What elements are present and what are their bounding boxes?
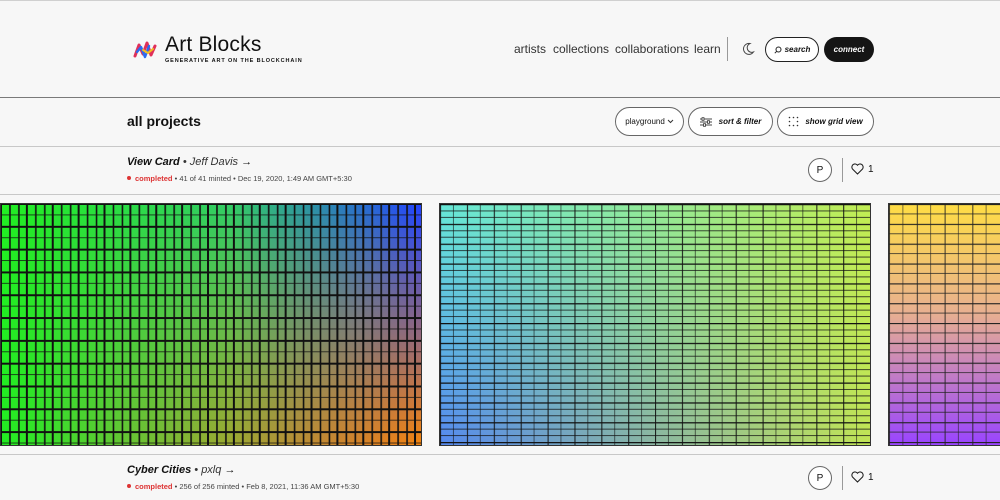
arrow-right-icon[interactable]: → xyxy=(241,156,252,168)
artwork-preview-2[interactable] xyxy=(439,203,871,446)
playground-dropdown[interactable]: playground xyxy=(615,107,684,136)
artwork-preview-1[interactable] xyxy=(0,203,422,446)
action-divider xyxy=(842,158,843,182)
search-icon xyxy=(774,46,782,54)
artwork-image-1 xyxy=(1,204,421,445)
artwork-preview-3[interactable] xyxy=(888,203,1000,446)
sliders-icon xyxy=(699,116,712,127)
heart-icon xyxy=(851,163,864,175)
like-button[interactable]: 1 xyxy=(851,471,874,483)
brand-title[interactable]: Art Blocks xyxy=(165,33,262,57)
playground-label: playground xyxy=(625,117,665,126)
project-artist[interactable]: pxlq xyxy=(201,464,221,476)
chevron-down-icon xyxy=(667,119,674,124)
project-divider-2 xyxy=(0,454,1000,455)
status-badge: completed xyxy=(135,174,173,183)
heart-icon xyxy=(851,471,864,483)
nav-learn[interactable]: learn xyxy=(694,42,721,56)
like-count: 1 xyxy=(868,163,874,175)
top-border xyxy=(0,0,1000,1)
brand-subtitle: GENERATIVE ART ON THE BLOCKCHAIN xyxy=(165,58,303,64)
project-artist[interactable]: Jeff Davis xyxy=(190,156,238,168)
project-title-row[interactable]: View Card • Jeff Davis → xyxy=(127,156,252,168)
status-dot xyxy=(127,176,131,180)
minted-count: 256 of 256 minted xyxy=(179,482,240,491)
project-meta: completed • 256 of 256 minted • Feb 8, 2… xyxy=(127,482,359,491)
status-dot xyxy=(127,484,131,488)
toolbar-divider xyxy=(0,146,1000,147)
show-grid-view-label: show grid view xyxy=(805,117,863,126)
nav-collections[interactable]: collections xyxy=(553,42,609,56)
search-label: search xyxy=(784,45,811,54)
like-count: 1 xyxy=(868,471,874,483)
mint-date: Dec 19, 2020, 1:49 AM GMT+5:30 xyxy=(237,174,352,183)
project-title-row[interactable]: Cyber Cities • pxlq → xyxy=(127,464,235,476)
profile-button[interactable]: P xyxy=(808,158,832,182)
search-button[interactable]: search xyxy=(765,37,819,62)
sort-filter-label: sort & filter xyxy=(718,117,762,126)
connect-button[interactable]: connect xyxy=(824,37,874,62)
project-divider xyxy=(0,194,1000,195)
minted-count: 41 of 41 minted xyxy=(179,174,232,183)
sort-filter-button[interactable]: sort & filter xyxy=(688,107,773,136)
grid-dots-icon xyxy=(789,116,799,127)
project-name[interactable]: View Card xyxy=(127,156,180,168)
header-divider xyxy=(0,97,1000,98)
nav-divider xyxy=(727,37,728,61)
arrow-right-icon[interactable]: → xyxy=(224,464,235,476)
project-name[interactable]: Cyber Cities xyxy=(127,464,191,476)
artwork-image-3 xyxy=(889,204,1000,445)
action-divider xyxy=(842,466,843,490)
moon-icon[interactable] xyxy=(741,42,755,56)
like-button[interactable]: 1 xyxy=(851,163,874,175)
status-badge: completed xyxy=(135,482,173,491)
nav-artists[interactable]: artists xyxy=(514,42,546,56)
profile-button[interactable]: P xyxy=(808,466,832,490)
artwork-image-2 xyxy=(440,204,870,445)
nav-collaborations[interactable]: collaborations xyxy=(615,42,689,56)
show-grid-view-button[interactable]: show grid view xyxy=(777,107,874,136)
page-title: all projects xyxy=(127,113,201,129)
mint-date: Feb 8, 2021, 11:36 AM GMT+5:30 xyxy=(246,482,360,491)
art-blocks-logo-icon[interactable] xyxy=(133,38,157,62)
project-meta: completed • 41 of 41 minted • Dec 19, 20… xyxy=(127,174,352,183)
